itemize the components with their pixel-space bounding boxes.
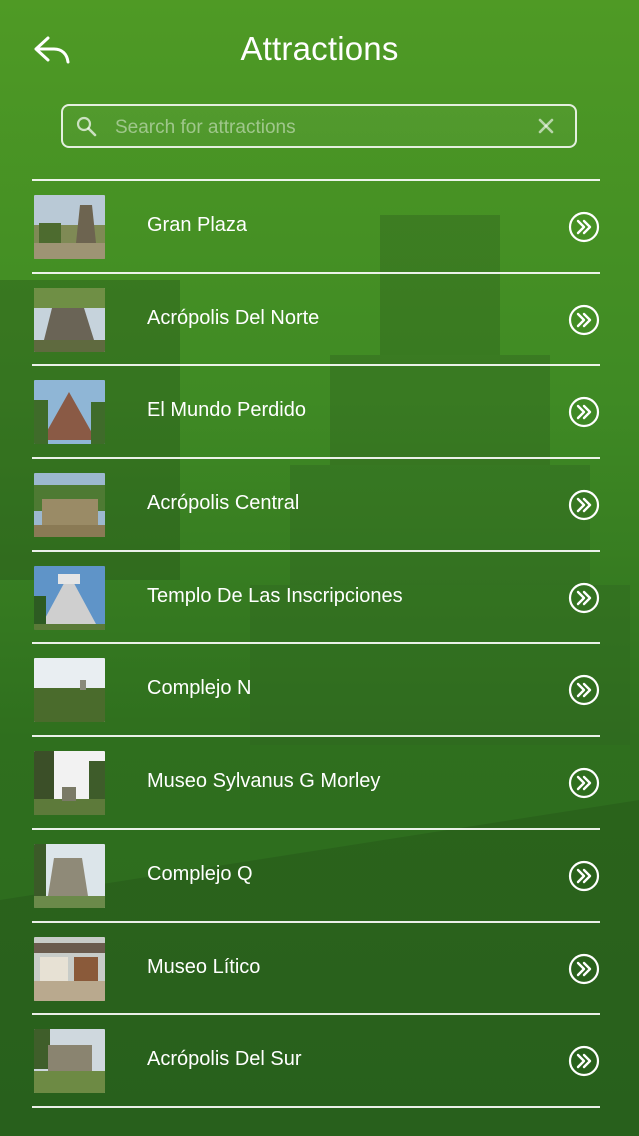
list-item[interactable]: Templo De Las Inscripciones (32, 552, 600, 643)
page-title: Attractions (240, 30, 399, 67)
divider (32, 1105, 600, 1108)
list-item[interactable]: Acrópolis Del Norte (32, 274, 600, 365)
attraction-thumbnail (34, 380, 105, 445)
attraction-label: El Mundo Perdido (147, 399, 306, 422)
search-input[interactable] (113, 112, 527, 144)
list-item[interactable]: Museo Sylvanus G Morley (32, 737, 600, 828)
attraction-label: Acrópolis Del Sur (147, 1048, 302, 1071)
attraction-label: Acrópolis Del Norte (147, 306, 320, 329)
list-item[interactable]: Acrópolis Central (32, 459, 600, 550)
attraction-thumbnail (34, 195, 105, 259)
attraction-label: Templo De Las Inscripciones (147, 584, 403, 607)
chevron-right-circle-icon[interactable] (568, 304, 600, 336)
chevron-right-circle-icon[interactable] (568, 1045, 600, 1077)
clear-icon[interactable] (537, 117, 555, 135)
chevron-right-circle-icon[interactable] (568, 396, 600, 428)
attraction-label: Complejo Q (147, 862, 253, 885)
list-item[interactable]: Complejo N (32, 644, 600, 735)
list-item[interactable]: Complejo Q (32, 830, 600, 921)
attraction-thumbnail (34, 565, 105, 630)
attraction-thumbnail (34, 1029, 105, 1094)
chevron-right-circle-icon[interactable] (568, 953, 600, 985)
attraction-label: Museo Lítico (147, 955, 261, 978)
list-item[interactable]: Acrópolis Del Sur (32, 1015, 600, 1106)
chevron-right-circle-icon[interactable] (568, 211, 600, 243)
chevron-right-circle-icon[interactable] (568, 582, 600, 614)
attraction-thumbnail (34, 287, 105, 352)
attractions-list: Gran Plaza Acrópolis Del Norte El Mundo … (32, 179, 600, 1108)
search-icon (76, 116, 97, 137)
attraction-label: Complejo N (147, 677, 252, 700)
attraction-thumbnail (34, 473, 105, 538)
search-bar (61, 104, 577, 148)
attraction-label: Museo Sylvanus G Morley (147, 770, 381, 793)
attraction-label: Acrópolis Central (147, 492, 300, 515)
chevron-right-circle-icon[interactable] (568, 767, 600, 799)
list-item[interactable]: Museo Lítico (32, 923, 600, 1014)
attraction-thumbnail (34, 843, 105, 908)
chevron-right-circle-icon[interactable] (568, 489, 600, 521)
attraction-label: Gran Plaza (147, 214, 248, 236)
attraction-thumbnail (34, 936, 105, 1001)
attraction-thumbnail (34, 751, 105, 816)
list-item[interactable]: Gran Plaza (32, 181, 600, 272)
attraction-thumbnail (34, 658, 105, 723)
chevron-right-circle-icon[interactable] (568, 674, 600, 706)
header: Attractions (0, 0, 639, 100)
list-item[interactable]: El Mundo Perdido (32, 366, 600, 457)
chevron-right-circle-icon[interactable] (568, 860, 600, 892)
